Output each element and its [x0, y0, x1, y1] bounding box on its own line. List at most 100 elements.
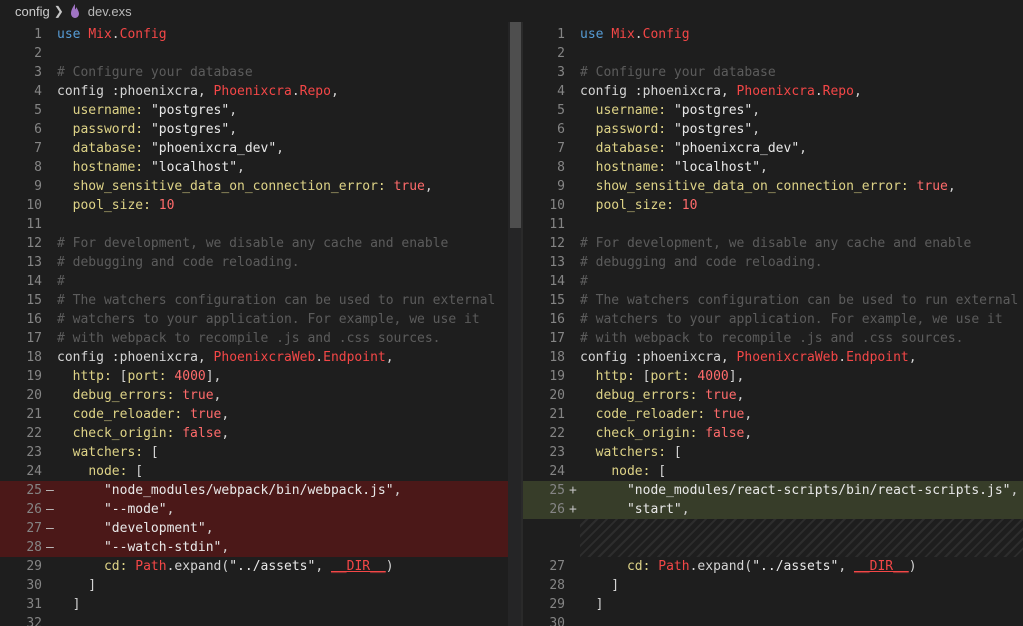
code-line[interactable]: 23 watchers: [ — [0, 443, 521, 462]
code-line[interactable]: 32 — [0, 614, 521, 626]
code-text: debug_errors: true, — [72, 388, 222, 403]
line-number: 4 — [557, 84, 565, 99]
line-number: 29 — [26, 559, 42, 574]
chevron-right-icon: ❯ — [53, 4, 64, 18]
line-number: 25 — [26, 483, 42, 498]
code-line[interactable]: 19 http: [port: 4000], — [523, 367, 1023, 386]
code-text: hostname: "localhost", — [595, 160, 768, 175]
diff-modified-pane[interactable]: 1 use Mix.Config 2 3 # Configure your databa… — [523, 22, 1023, 626]
code-line[interactable]: 15 # The watchers configuration can be us… — [0, 291, 521, 310]
line-number: 21 — [549, 407, 565, 422]
code-line[interactable]: 24 node: [ — [0, 462, 521, 481]
code-line[interactable]: 22 check_origin: false, — [523, 424, 1023, 443]
code-line[interactable]: 9 show_sensitive_data_on_connection_erro… — [523, 177, 1023, 196]
code-line[interactable]: 1 use Mix.Config — [0, 25, 521, 44]
code-line[interactable]: 8 hostname: "localhost", — [0, 158, 521, 177]
code-line[interactable]: 12 # For development, we disable any cach… — [523, 234, 1023, 253]
code-line[interactable]: 10 pool_size: 10 — [0, 196, 521, 215]
code-text: # with webpack to recompile .js and .css… — [580, 331, 964, 346]
code-line[interactable]: 30 ] — [0, 576, 521, 595]
code-line[interactable]: 27 cd: Path.expand("../assets", __DIR__) — [523, 557, 1023, 576]
code-text: show_sensitive_data_on_connection_error:… — [72, 179, 433, 194]
code-line[interactable]: 28 — "--watch-stdin", — [0, 538, 521, 557]
code-line[interactable]: 7 database: "phoenixcra_dev", — [0, 139, 521, 158]
code-text: # watchers to your application. For exam… — [580, 312, 1003, 327]
code-line[interactable]: 29 cd: Path.expand("../assets", __DIR__) — [0, 557, 521, 576]
code-text: username: "postgres", — [595, 103, 761, 118]
code-text: config :phoenixcra, PhoenixcraWeb.Endpoi… — [57, 350, 394, 365]
line-number: 31 — [26, 597, 42, 612]
code-line[interactable]: 11 — [523, 215, 1023, 234]
code-line[interactable]: 5 username: "postgres", — [0, 101, 521, 120]
code-line[interactable]: 18 config :phoenixcra, PhoenixcraWeb.Endp… — [523, 348, 1023, 367]
code-line[interactable]: 19 http: [port: 4000], — [0, 367, 521, 386]
code-line[interactable]: 14 # — [523, 272, 1023, 291]
code-text: ] — [580, 597, 604, 612]
code-line[interactable]: 2 — [0, 44, 521, 63]
code-line[interactable]: 3 # Configure your database — [0, 63, 521, 82]
code-line[interactable]: 3 # Configure your database — [523, 63, 1023, 82]
code-line[interactable]: 12 # For development, we disable any cach… — [0, 234, 521, 253]
code-line[interactable]: 4 config :phoenixcra, Phoenixcra.Repo, — [0, 82, 521, 101]
code-line[interactable]: 18 config :phoenixcra, PhoenixcraWeb.Endp… — [0, 348, 521, 367]
diff-original-pane[interactable]: 1 use Mix.Config 2 3 # Configure your databa… — [0, 22, 521, 626]
line-number: 22 — [549, 426, 565, 441]
code-line[interactable]: 13 # debugging and code reloading. — [523, 253, 1023, 272]
code-line[interactable]: 4 config :phoenixcra, Phoenixcra.Repo, — [523, 82, 1023, 101]
code-line[interactable]: 20 debug_errors: true, — [0, 386, 521, 405]
code-text: "node_modules/react-scripts/bin/react-sc… — [626, 483, 1019, 498]
code-line[interactable]: 21 code_reloader: true, — [0, 405, 521, 424]
code-text: watchers: [ — [72, 445, 159, 460]
code-line[interactable]: 10 pool_size: 10 — [523, 196, 1023, 215]
code-line[interactable]: 17 # with webpack to recompile .js and .c… — [523, 329, 1023, 348]
code-line[interactable]: 30 — [523, 614, 1023, 626]
code-line[interactable]: 16 # watchers to your application. For ex… — [523, 310, 1023, 329]
line-number: 28 — [549, 578, 565, 593]
code-line[interactable]: 14 # — [0, 272, 521, 291]
code-text: ] — [57, 597, 81, 612]
code-line[interactable]: 17 # with webpack to recompile .js and .c… — [0, 329, 521, 348]
code-line[interactable]: 6 password: "postgres", — [523, 120, 1023, 139]
code-line[interactable]: 11 — [0, 215, 521, 234]
code-line[interactable]: 28 ] — [523, 576, 1023, 595]
code-line[interactable]: 20 debug_errors: true, — [523, 386, 1023, 405]
code-line[interactable]: 2 — [523, 44, 1023, 63]
code-text: http: [port: 4000], — [72, 369, 222, 384]
line-number: 9 — [34, 179, 42, 194]
line-number: 7 — [34, 141, 42, 156]
code-line[interactable]: 29 ] — [523, 595, 1023, 614]
line-number: 30 — [26, 578, 42, 593]
line-number: 2 — [557, 46, 565, 61]
code-line[interactable]: 13 # debugging and code reloading. — [0, 253, 521, 272]
code-line[interactable]: 26 — "--mode", — [0, 500, 521, 519]
code-line[interactable]: 16 # watchers to your application. For ex… — [0, 310, 521, 329]
code-line[interactable]: 8 hostname: "localhost", — [523, 158, 1023, 177]
code-text: username: "postgres", — [72, 103, 238, 118]
scrollbar-thumb[interactable] — [510, 22, 521, 228]
code-line[interactable]: 25 + "node_modules/react-scripts/bin/reac… — [523, 481, 1023, 500]
code-line[interactable]: 22 check_origin: false, — [0, 424, 521, 443]
code-line[interactable]: 25 — "node_modules/webpack/bin/webpack.js… — [0, 481, 521, 500]
code-line[interactable]: 24 node: [ — [523, 462, 1023, 481]
code-line[interactable]: 7 database: "phoenixcra_dev", — [523, 139, 1023, 158]
line-number: 24 — [549, 464, 565, 479]
code-text: config :phoenixcra, Phoenixcra.Repo, — [580, 84, 862, 99]
breadcrumb-file[interactable]: dev.exs — [88, 4, 132, 19]
insert-marker: + — [569, 502, 577, 517]
line-number: 3 — [34, 65, 42, 80]
code-text: pool_size: 10 — [595, 198, 698, 213]
code-line[interactable]: 23 watchers: [ — [523, 443, 1023, 462]
breadcrumb-folder[interactable]: config — [15, 4, 50, 19]
code-line[interactable]: 26 + "start", — [523, 500, 1023, 519]
elixir-file-icon — [70, 4, 79, 18]
line-number: 8 — [34, 160, 42, 175]
code-line[interactable]: 27 — "development", — [0, 519, 521, 538]
code-line[interactable]: 5 username: "postgres", — [523, 101, 1023, 120]
code-line[interactable]: 6 password: "postgres", — [0, 120, 521, 139]
line-number: 27 — [26, 521, 42, 536]
code-line[interactable]: 9 show_sensitive_data_on_connection_erro… — [0, 177, 521, 196]
code-line[interactable]: 21 code_reloader: true, — [523, 405, 1023, 424]
code-line[interactable]: 15 # The watchers configuration can be us… — [523, 291, 1023, 310]
code-line[interactable]: 31 ] — [0, 595, 521, 614]
code-line[interactable]: 1 use Mix.Config — [523, 25, 1023, 44]
